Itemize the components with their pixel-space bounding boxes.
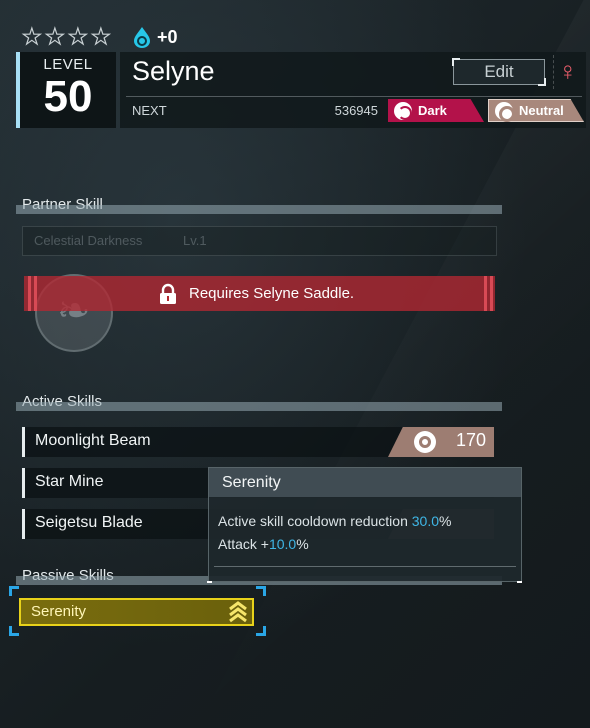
selection-corner — [256, 586, 266, 596]
tooltip-effect-line: Active skill cooldown reduction 30.0% — [218, 513, 451, 529]
selection-corner — [9, 586, 19, 596]
effect-unit: % — [296, 536, 309, 552]
active-skill-name: Star Mine — [35, 473, 104, 490]
partner-skill-name: Celestial Darkness — [34, 233, 143, 248]
active-skill-name: Seigetsu Blade — [35, 514, 143, 531]
next-exp-value: 536945 — [334, 103, 378, 118]
element-label: Neutral — [519, 103, 564, 118]
neutral-element-icon — [495, 101, 515, 122]
rank-stars: ★ ★ ★ ★ — [21, 24, 112, 49]
dark-element-icon — [394, 101, 412, 120]
section-bar — [16, 402, 502, 411]
condenser-drop-icon — [134, 27, 150, 48]
effect-value: 30.0 — [411, 513, 440, 529]
effect-text: Attack + — [218, 536, 269, 552]
effect-unit: % — [439, 513, 452, 529]
effect-text: Active skill cooldown reduction — [218, 513, 412, 529]
banner-edge — [28, 276, 31, 311]
divider — [214, 566, 516, 567]
level-value: 50 — [43, 72, 93, 121]
skill-power-value: 170 — [455, 430, 486, 450]
pal-name: Selyne — [132, 56, 215, 86]
rank-up-chevrons-icon — [229, 601, 247, 623]
passive-skill-name: Serenity — [31, 603, 87, 620]
partner-skill-level: Lv.1 — [183, 233, 207, 248]
element-label: Dark — [418, 103, 447, 118]
tooltip-corner — [207, 581, 212, 583]
section-bar — [16, 205, 502, 214]
divider — [126, 96, 582, 97]
banner-edge — [484, 276, 487, 311]
lock-message: Requires Selyne Saddle. — [189, 285, 355, 302]
selection-corner — [256, 626, 266, 636]
female-gender-icon: ♀ — [558, 56, 578, 86]
banner-edge — [490, 276, 493, 311]
tooltip-effect-line: Attack +10.0% — [218, 536, 309, 552]
element-badge-neutral: Neutral — [488, 99, 584, 122]
star-icon: ★ — [44, 24, 65, 49]
effect-value: 10.0 — [268, 536, 297, 552]
star-icon: ★ — [90, 24, 111, 49]
tooltip-title: Serenity — [222, 474, 281, 491]
active-skill-name: Moonlight Beam — [35, 432, 151, 449]
banner-edge — [34, 276, 37, 311]
star-icon: ★ — [21, 24, 42, 49]
element-badge-dark: Dark — [388, 99, 484, 122]
next-exp-label: NEXT — [132, 103, 167, 118]
level-label: LEVEL — [43, 56, 93, 73]
neutral-element-icon — [414, 431, 436, 453]
tooltip-corner — [517, 581, 522, 583]
lock-icon — [160, 283, 176, 304]
star-icon: ★ — [67, 24, 88, 49]
edit-name-button[interactable]: Edit — [452, 58, 546, 86]
condenser-bonus: +0 — [157, 27, 178, 47]
selection-corner — [9, 626, 19, 636]
